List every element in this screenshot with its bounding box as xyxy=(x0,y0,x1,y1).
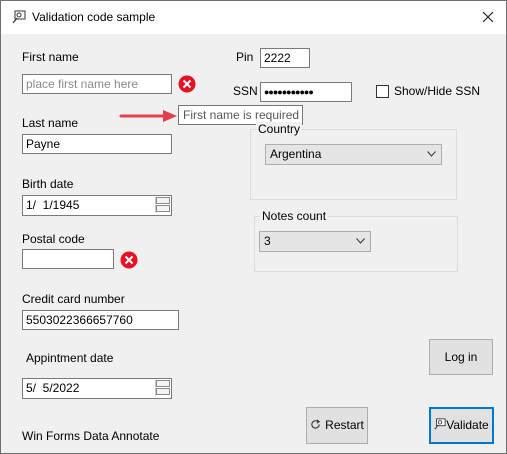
close-icon[interactable] xyxy=(476,6,500,28)
postal-code-error-icon xyxy=(120,251,138,269)
notes-count-label: Notes count xyxy=(260,209,329,223)
show-hide-ssn-label: Show/Hide SSN xyxy=(394,84,481,98)
first-name-error-icon xyxy=(178,75,196,93)
spin-up-icon[interactable] xyxy=(156,380,170,387)
postal-code-input[interactable] xyxy=(22,249,114,269)
chevron-down-icon xyxy=(356,238,365,244)
pin-label: Pin xyxy=(236,50,254,64)
window-title: Validation code sample xyxy=(32,10,156,24)
restart-label: Restart xyxy=(325,418,364,432)
login-button[interactable]: Log in xyxy=(429,339,493,375)
birth-date-spinner[interactable] xyxy=(155,197,170,213)
country-label: Country xyxy=(256,122,303,136)
appointment-date-picker[interactable]: 5/ 5/2022 xyxy=(22,378,172,399)
postal-code-label: Postal code xyxy=(22,232,85,246)
spin-down-icon[interactable] xyxy=(156,388,170,395)
last-name-input[interactable]: Payne xyxy=(22,134,172,154)
appointment-date-value: 5/ 5/2022 xyxy=(26,381,80,395)
validate-icon xyxy=(434,418,446,430)
arrow-indicator xyxy=(119,110,177,122)
pin-input[interactable]: 2222 xyxy=(260,48,310,68)
ssn-input[interactable]: ●●●●●●●●●●● xyxy=(260,82,352,102)
appointment-date-spinner[interactable] xyxy=(155,380,170,396)
first-name-input[interactable]: place first name here xyxy=(22,74,172,94)
notes-count-selected-value: 3 xyxy=(264,234,271,248)
birth-date-picker[interactable]: 1/ 1/1945 xyxy=(22,195,172,216)
spin-down-icon[interactable] xyxy=(156,205,170,212)
validate-label: Validate xyxy=(446,418,489,432)
chevron-down-icon xyxy=(427,151,436,157)
credit-card-label: Credit card number xyxy=(22,292,125,306)
appointment-date-label: Appintment date xyxy=(26,351,114,365)
refresh-icon xyxy=(311,419,321,429)
show-hide-ssn-checkbox[interactable] xyxy=(376,85,389,98)
restart-button[interactable]: Restart xyxy=(306,407,368,444)
validate-button[interactable]: Validate xyxy=(429,407,494,444)
title-bar: Validation code sample xyxy=(1,1,506,34)
notes-count-select[interactable]: 3 xyxy=(259,231,371,252)
main-window: Validation code sample First name place … xyxy=(0,0,507,454)
birth-date-value: 1/ 1/1945 xyxy=(26,198,80,212)
first-name-label: First name xyxy=(22,50,79,64)
ssn-label: SSN xyxy=(233,84,258,98)
footer-label: Win Forms Data Annotate xyxy=(22,429,160,443)
country-selected-value: Argentina xyxy=(270,147,322,161)
app-icon xyxy=(12,10,26,24)
last-name-label: Last name xyxy=(22,116,79,130)
country-select[interactable]: Argentina xyxy=(265,144,442,165)
birth-date-label: Birth date xyxy=(22,177,74,191)
credit-card-input[interactable]: 5503022366657760 xyxy=(22,310,179,330)
spin-up-icon[interactable] xyxy=(156,197,170,204)
